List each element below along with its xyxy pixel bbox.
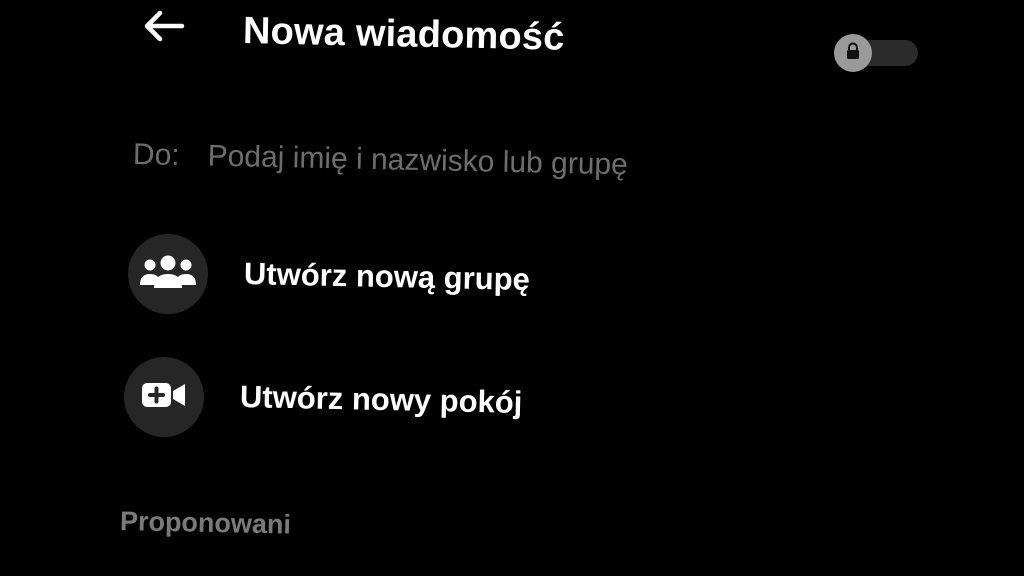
create-room-button[interactable]: Utwórz nowy pokój — [124, 357, 523, 437]
create-room-label: Utwórz nowy pokój — [239, 379, 523, 420]
recipient-search-input[interactable] — [207, 139, 728, 185]
people-group-icon — [139, 254, 197, 295]
create-group-button[interactable]: Utwórz nową grupę — [128, 234, 530, 314]
toggle-knob — [834, 34, 872, 72]
recipient-label: Do: — [132, 138, 181, 172]
lock-icon — [845, 42, 861, 65]
new-message-screen: Nowa wiadomość Do: Podaj imię i nazwisko… — [0, 0, 1024, 576]
page-title: Nowa wiadomość — [242, 10, 566, 59]
create-room-icon-circle — [124, 357, 204, 437]
encryption-toggle[interactable] — [834, 34, 918, 72]
create-group-icon-circle — [128, 234, 208, 314]
suggested-section-title: Proponowani — [119, 506, 292, 540]
create-group-label: Utwórz nową grupę — [243, 256, 531, 297]
arrow-left-icon — [142, 8, 186, 49]
back-button[interactable] — [138, 6, 190, 50]
video-add-icon — [141, 379, 187, 416]
recipient-row: Do: — [132, 138, 728, 185]
